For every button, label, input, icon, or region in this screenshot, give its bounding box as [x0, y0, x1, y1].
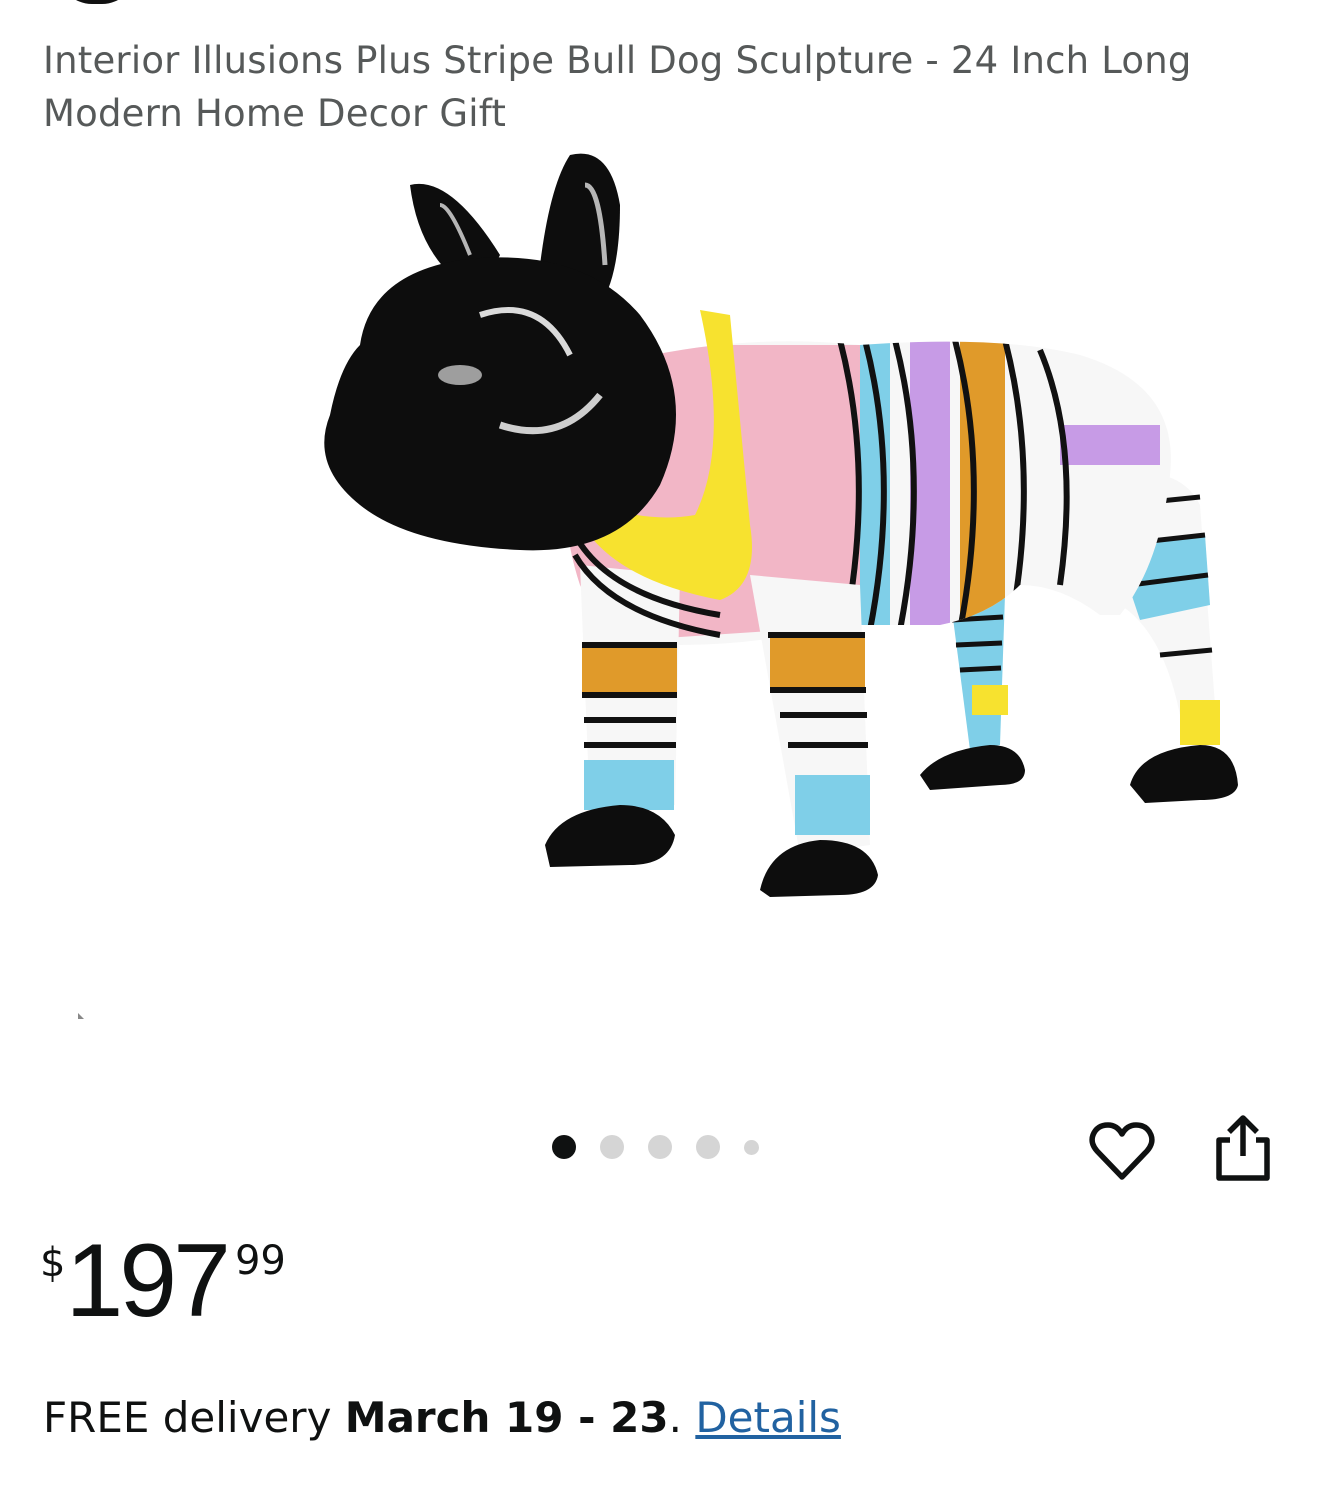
image-carousel-indicator[interactable] [552, 1134, 759, 1160]
product-title: Interior Illusions Plus Stripe Bull Dog … [43, 39, 1192, 135]
price-currency: $ [40, 1240, 66, 1286]
product-image[interactable] [300, 145, 1260, 915]
delivery-info: FREE delivery March 19 - 23. Details [43, 1388, 841, 1448]
carousel-dot-5[interactable] [744, 1139, 759, 1155]
carousel-dot-1[interactable] [552, 1135, 576, 1159]
delivery-prefix: FREE delivery [43, 1393, 345, 1442]
delivery-separator: . [668, 1393, 696, 1442]
head [324, 153, 676, 551]
product-price: $ 197 99 [40, 1222, 286, 1342]
price-whole: 197 [65, 1223, 231, 1339]
delivery-dates: March 19 - 23 [344, 1393, 669, 1442]
details-link[interactable]: Details [695, 1393, 841, 1442]
video-thumbnail-marker [78, 1013, 84, 1019]
account-avatar[interactable] [58, 0, 136, 4]
heart-icon[interactable] [1088, 1118, 1156, 1186]
share-icon[interactable] [1208, 1110, 1278, 1186]
carousel-dot-4[interactable] [696, 1135, 720, 1159]
carousel-dot-3[interactable] [648, 1135, 672, 1159]
carousel-dot-2[interactable] [600, 1135, 624, 1159]
price-fraction: 99 [234, 1238, 286, 1284]
